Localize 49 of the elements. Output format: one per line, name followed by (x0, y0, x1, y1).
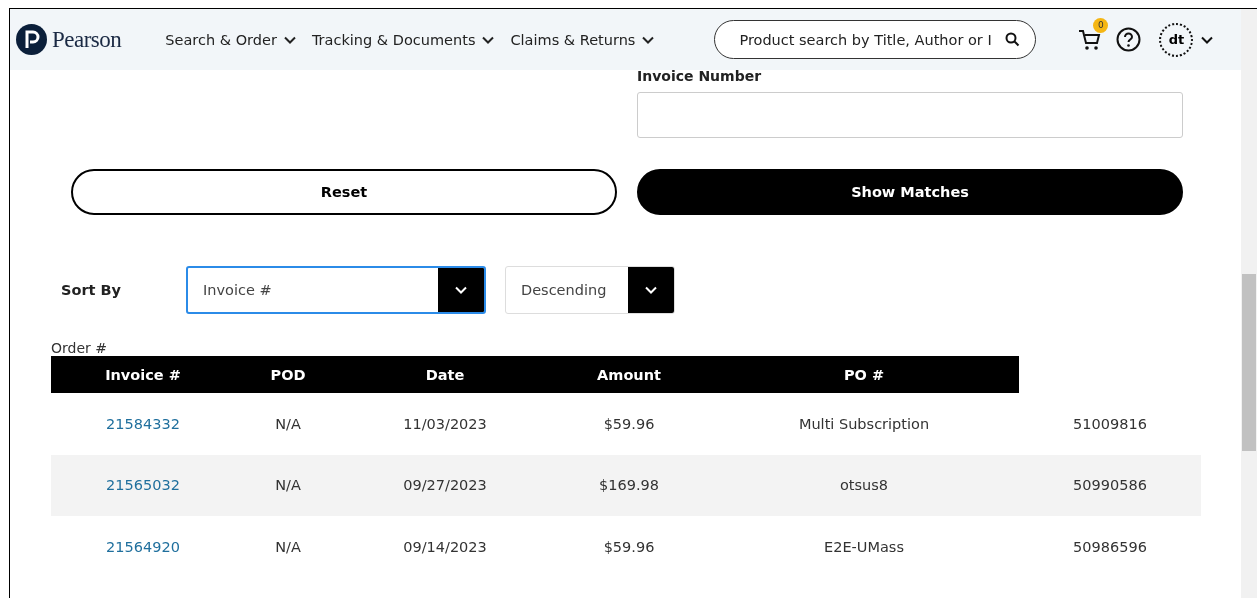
search-icon[interactable] (1005, 32, 1021, 47)
sort-field-dropdown[interactable]: Invoice # (186, 266, 486, 314)
table-cell: Multi Subscription (798, 415, 930, 432)
table-cell: 11/03/2023 (403, 415, 487, 432)
column-header[interactable]: Amount (549, 356, 709, 393)
nav-menu[interactable]: Claims & Returns (510, 31, 655, 48)
chevron-down-icon (482, 35, 495, 44)
logo-icon (16, 24, 47, 55)
column-header[interactable]: Date (341, 356, 549, 393)
search-field[interactable]: Product search by Title, Author or I (714, 20, 1037, 59)
table-caption: Order # (51, 340, 108, 356)
chevron-down-icon (642, 35, 655, 44)
table-cell: 50990586 (1073, 477, 1147, 494)
nav-menu[interactable]: Search & Order (165, 31, 296, 48)
chevron-down-icon (645, 286, 657, 294)
brand-name[interactable]: Pearson (52, 26, 122, 53)
table-cell: $59.96 (603, 538, 655, 555)
table-cell: $59.96 (603, 415, 655, 432)
table-cell: otsus8 (839, 477, 889, 494)
invoice-link[interactable]: 21565032 (106, 477, 180, 494)
column-header[interactable]: PO # (709, 356, 1019, 393)
table-cell: E2E-UMass (824, 538, 904, 555)
sort-order-dropdown[interactable]: Descending (505, 266, 675, 314)
column-header[interactable]: Invoice # (51, 356, 235, 393)
table-cell: $169.98 (599, 477, 659, 494)
help-icon[interactable] (1116, 27, 1142, 52)
invoice-number-field[interactable] (637, 92, 1183, 138)
chevron-down-icon (283, 35, 296, 44)
sort-by-label: Sort By (61, 282, 123, 298)
cart-icon[interactable] (1078, 28, 1103, 51)
table-cell: 50986596 (1073, 538, 1147, 555)
column-header[interactable]: POD (235, 356, 341, 393)
cart-count-badge: 0 (1093, 17, 1109, 33)
show-matches-button[interactable]: Show Matches (637, 169, 1183, 215)
scrollbar-thumb[interactable] (1242, 274, 1256, 451)
table-cell: 09/27/2023 (403, 477, 487, 494)
table-cell: N/A (275, 538, 301, 555)
nav-menu[interactable]: Tracking & Documents (311, 31, 495, 48)
table-cell: 51009816 (1073, 415, 1147, 432)
chevron-down-icon (455, 286, 467, 294)
table-cell: N/A (275, 477, 301, 494)
chevron-down-icon (1201, 35, 1214, 44)
user-avatar[interactable]: dt (1159, 22, 1194, 57)
invoice-link[interactable]: 21564920 (106, 538, 180, 555)
table-cell: 09/14/2023 (403, 538, 487, 555)
invoice-link[interactable]: 21584332 (106, 415, 180, 432)
reset-button[interactable]: Reset (71, 169, 617, 215)
field-label: Invoice Number (637, 68, 763, 86)
table-cell: N/A (275, 415, 301, 432)
